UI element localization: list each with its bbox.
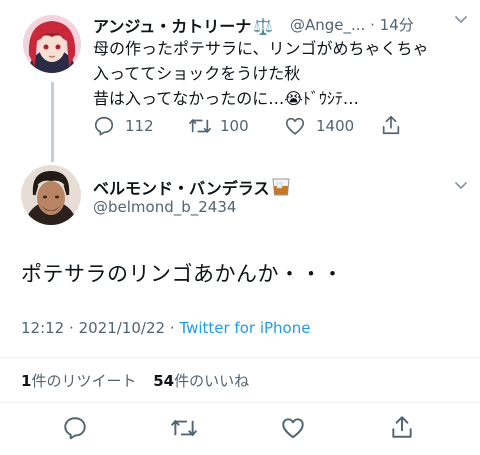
retweet-button[interactable]: [170, 415, 198, 445]
parent-display-name[interactable]: アンジュ・カトリーナ ⚖️: [93, 13, 273, 37]
reply-icon: [62, 417, 88, 445]
like-count: 1400: [316, 117, 355, 135]
tweet-stats: 1件のリツイート 54件のいいね: [21, 370, 249, 391]
like-button[interactable]: [280, 415, 306, 445]
tweet-meta: 12:12 · 2021/10/22 · Twitter for iPhone: [21, 319, 310, 337]
retweet-stat-label: 件のリツイート: [31, 372, 137, 390]
chevron-down-icon[interactable]: [452, 10, 470, 33]
share-icon: [389, 416, 415, 444]
divider: [0, 357, 480, 358]
tweet-source-link[interactable]: Twitter for iPhone: [179, 319, 310, 337]
thread-connector-line: [51, 82, 54, 162]
main-display-name[interactable]: ベルモンド・バンデラス: [93, 175, 291, 200]
like-stat[interactable]: 54件のいいね: [153, 372, 249, 390]
reply-button[interactable]: 112: [93, 115, 154, 137]
parent-handle[interactable]: @Ange_...: [290, 16, 365, 34]
retweet-icon: [188, 115, 212, 137]
tumbler-glass-icon: [271, 178, 291, 200]
parent-text-line: 入っててショックをうけた秋: [93, 64, 301, 83]
main-handle[interactable]: @belmond_b_2434: [93, 198, 236, 216]
reply-icon: [93, 115, 115, 137]
reply-button[interactable]: [62, 415, 88, 445]
meta-separator: ·: [169, 319, 175, 337]
parent-text-line: 昔は入ってなかったのに…😭ﾄﾞｳｼﾃ…: [93, 89, 359, 108]
divider: [0, 402, 480, 403]
retweet-button[interactable]: 100: [188, 115, 249, 137]
share-button[interactable]: [380, 114, 402, 136]
parent-avatar[interactable]: [23, 15, 81, 73]
parent-handle-line: @Ange_... · 14分: [290, 14, 414, 35]
meta-separator: ·: [69, 319, 74, 337]
scales-emoji-icon: ⚖️: [253, 17, 274, 36]
parent-tweet-text: 母の作ったポテサラに、リンゴがめちゃくちゃ 入っててショックをうけた秋 昔は入っ…: [93, 36, 429, 111]
like-total: 54: [153, 372, 175, 390]
main-avatar[interactable]: [21, 165, 81, 225]
parent-text-line: 母の作ったポテサラに、リンゴがめちゃくちゃ: [93, 39, 429, 58]
heart-icon: [280, 418, 306, 445]
parent-timestamp[interactable]: 14分: [380, 16, 414, 34]
reply-count: 112: [125, 117, 154, 135]
tweet-time[interactable]: 12:12: [21, 319, 64, 337]
retweet-count: 100: [220, 117, 249, 135]
retweet-stat[interactable]: 1件のリツイート: [21, 372, 141, 390]
chevron-down-icon[interactable]: [452, 176, 470, 199]
share-icon: [380, 114, 402, 136]
like-stat-label: 件のいいね: [174, 372, 250, 390]
heart-icon: [284, 115, 306, 137]
retweet-total: 1: [21, 372, 32, 390]
main-tweet-text: ポテサラのリンゴあかんか・・・: [21, 262, 344, 286]
share-button[interactable]: [389, 414, 415, 444]
parent-separator: ·: [370, 16, 375, 34]
tweet-date[interactable]: 2021/10/22: [79, 319, 165, 337]
like-button[interactable]: 1400: [284, 115, 354, 137]
retweet-icon: [170, 420, 198, 445]
